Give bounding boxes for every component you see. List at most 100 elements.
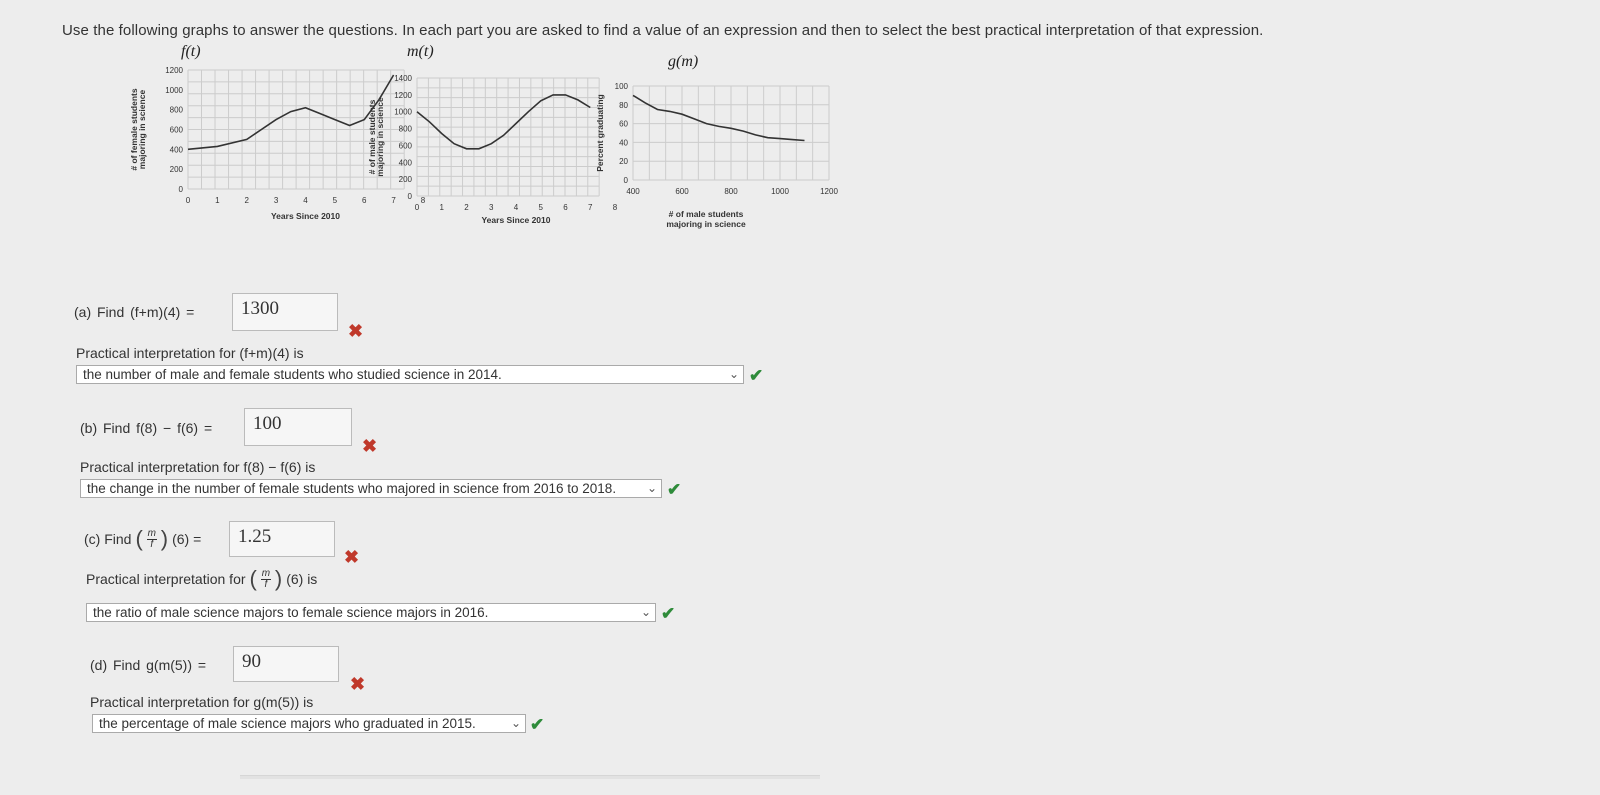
part-d-interp-label: Practical interpretation for g(m(5)) is bbox=[90, 694, 314, 710]
fraction-numerator: m bbox=[261, 567, 271, 579]
part-c-interp-label: Practical interpretation for ( m f ) (6)… bbox=[86, 566, 318, 591]
chart-f: f(t) 0 200 400 600 800 1000 1200 0 1 2 3 4 5 6 7 8 Years … bbox=[105, 42, 426, 237]
x-tick-label: 1000 bbox=[771, 187, 789, 196]
part-c-interp-select[interactable]: the ratio of male science majors to fema… bbox=[86, 603, 656, 622]
x-tick-label: 2 bbox=[464, 203, 469, 212]
x-tick-label: 4 bbox=[514, 203, 519, 212]
y-axis-label: # of male studentsmajoring in science bbox=[367, 97, 385, 177]
part-c-find-label: (c) Find ( m f ) (6) = bbox=[84, 526, 202, 551]
part-b-interp-select[interactable]: the change in the number of female stude… bbox=[80, 479, 662, 498]
y-axis-label-line: majoring in science bbox=[137, 90, 147, 170]
fraction-numerator: m bbox=[147, 527, 156, 539]
part-b-interp-label: Practical interpretation for f(8) − f(6)… bbox=[80, 459, 316, 475]
x-tick-label: 600 bbox=[675, 187, 689, 196]
part-c-find-suffix: (6) = bbox=[172, 531, 202, 547]
part-a-answer-input[interactable]: 1300 bbox=[232, 293, 338, 331]
part-b-wrong-icon: ✖ bbox=[362, 436, 378, 456]
y-tick-label: 100 bbox=[615, 82, 629, 91]
part-b-correct-icon: ✔ bbox=[667, 480, 682, 499]
chevron-down-icon: ⌄ bbox=[646, 481, 657, 495]
x-tick-label: 2 bbox=[245, 196, 250, 205]
chart-grid bbox=[632, 85, 830, 181]
y-tick-label: 60 bbox=[619, 120, 628, 129]
part-a-interp-select[interactable]: the number of male and female students w… bbox=[76, 365, 744, 384]
y-tick-label: 1400 bbox=[394, 74, 412, 83]
y-tick-label: 800 bbox=[399, 125, 413, 134]
part-c-fraction: m f bbox=[146, 527, 157, 550]
chart-m-svg: m(t)02004006008001000120014000 1 2 3 4 5 6 7 8Ye… bbox=[367, 43, 618, 225]
y-axis-label: Percent graduating bbox=[595, 94, 605, 171]
part-a-correct-icon: ✔ bbox=[749, 366, 764, 385]
series-line bbox=[632, 94, 805, 142]
y-tick-label: 40 bbox=[619, 138, 628, 147]
x-tick-label: 3 bbox=[489, 203, 494, 212]
y-tick-label: 0 bbox=[408, 192, 413, 201]
part-d-wrong-icon: ✖ bbox=[350, 674, 366, 694]
y-tick-label: 200 bbox=[170, 165, 184, 174]
part-d-interp-select[interactable]: the percentage of male science majors wh… bbox=[92, 714, 526, 733]
x-tick-label: 7 bbox=[588, 203, 593, 212]
chevron-down-icon: ⌄ bbox=[728, 367, 739, 381]
chart-m: m(t) 0 200 400 600 800 1000 1200 1400 0 1 2 3 4 5 6 7 8 Ye… bbox=[365, 42, 618, 237]
part-c-wrong-icon: ✖ bbox=[344, 547, 360, 567]
y-tick-label: 1200 bbox=[165, 66, 183, 75]
x-axis-label: Years Since 2010 bbox=[271, 211, 340, 221]
x-tick-label: 0 bbox=[186, 196, 191, 205]
part-b-find-label: (b) Find f(8) − f(6) = bbox=[80, 420, 213, 436]
part-a-wrong-icon: ✖ bbox=[348, 321, 364, 341]
x-tick-label: 5 bbox=[333, 196, 338, 205]
y-tick-label: 20 bbox=[619, 157, 628, 166]
x-tick-label: 1 bbox=[215, 196, 220, 205]
part-c-interp-fraction: m f bbox=[260, 567, 271, 590]
part-d-find-label: (d) Find g(m(5)) = bbox=[90, 657, 207, 673]
part-a-find-label: (a) Find (f+m)(4) = bbox=[74, 304, 195, 320]
chart-f-svg: f(t)0200400600800100012000 1 2 3 4 5 6 7 8Years … bbox=[129, 43, 426, 221]
x-tick-label: 0 bbox=[415, 203, 420, 212]
part-c-interp-suffix: (6) is bbox=[286, 571, 318, 587]
y-axis-label-line: majoring in science bbox=[375, 97, 385, 177]
part-a-selection-text: the number of male and female students w… bbox=[83, 367, 502, 382]
part-c-selection-text: the ratio of male science majors to fema… bbox=[93, 605, 489, 620]
x-tick-label: 400 bbox=[626, 187, 640, 196]
instructions: Use the following graphs to answer the q… bbox=[62, 22, 1264, 39]
chart-g-svg: g(m) 0 20 40 60 80 100 400 600 800 1000 1200 # of ma… bbox=[595, 53, 838, 229]
part-d-selection-text: the percentage of male science majors wh… bbox=[99, 716, 476, 731]
series-line bbox=[187, 74, 395, 151]
x-axis-label-line: majoring in science bbox=[666, 219, 746, 229]
part-c-correct-icon: ✔ bbox=[661, 604, 676, 623]
x-tick-label: 3 bbox=[274, 196, 279, 205]
y-axis-label: # of female studentsmajoring in science bbox=[129, 88, 147, 170]
y-tick-label: 80 bbox=[619, 101, 628, 110]
chevron-down-icon: ⌄ bbox=[640, 605, 651, 619]
y-tick-label: 1000 bbox=[394, 108, 412, 117]
y-tick-label: 1200 bbox=[394, 91, 412, 100]
y-tick-label: 400 bbox=[399, 158, 413, 167]
y-tick-label: 1000 bbox=[165, 86, 183, 95]
part-d-answer-input[interactable]: 90 bbox=[233, 646, 339, 682]
x-tick-label: 5 bbox=[539, 203, 544, 212]
part-c-interp-prefix: Practical interpretation for bbox=[86, 571, 246, 587]
part-c-answer-input[interactable]: 1.25 bbox=[229, 521, 335, 557]
x-axis-label: # of male students majoring in science bbox=[666, 209, 746, 229]
y-tick-label: 600 bbox=[170, 126, 184, 135]
y-tick-label: 0 bbox=[179, 185, 184, 194]
part-d-correct-icon: ✔ bbox=[530, 715, 545, 734]
chart-title: m(t) bbox=[407, 43, 434, 60]
y-tick-label: 200 bbox=[399, 175, 413, 184]
x-tick-label: 800 bbox=[724, 187, 738, 196]
series-line bbox=[416, 94, 591, 150]
part-b-answer-input[interactable]: 100 bbox=[244, 408, 352, 446]
x-axis-label: Years Since 2010 bbox=[481, 215, 550, 225]
chart-grid bbox=[416, 77, 600, 197]
y-tick-label: 0 bbox=[624, 176, 629, 185]
x-axis-label-line: # of male students bbox=[669, 209, 744, 219]
x-tick-label: 6 bbox=[563, 203, 568, 212]
bottom-divider bbox=[240, 775, 820, 779]
fraction-denominator: f bbox=[264, 578, 268, 590]
chart-title: g(m) bbox=[668, 53, 698, 70]
x-tick-label: 1200 bbox=[820, 187, 838, 196]
fraction-denominator: f bbox=[150, 538, 154, 550]
chart-title: f(t) bbox=[181, 43, 201, 60]
part-b-selection-text: the change in the number of female stude… bbox=[87, 481, 617, 496]
y-tick-label: 800 bbox=[170, 106, 184, 115]
